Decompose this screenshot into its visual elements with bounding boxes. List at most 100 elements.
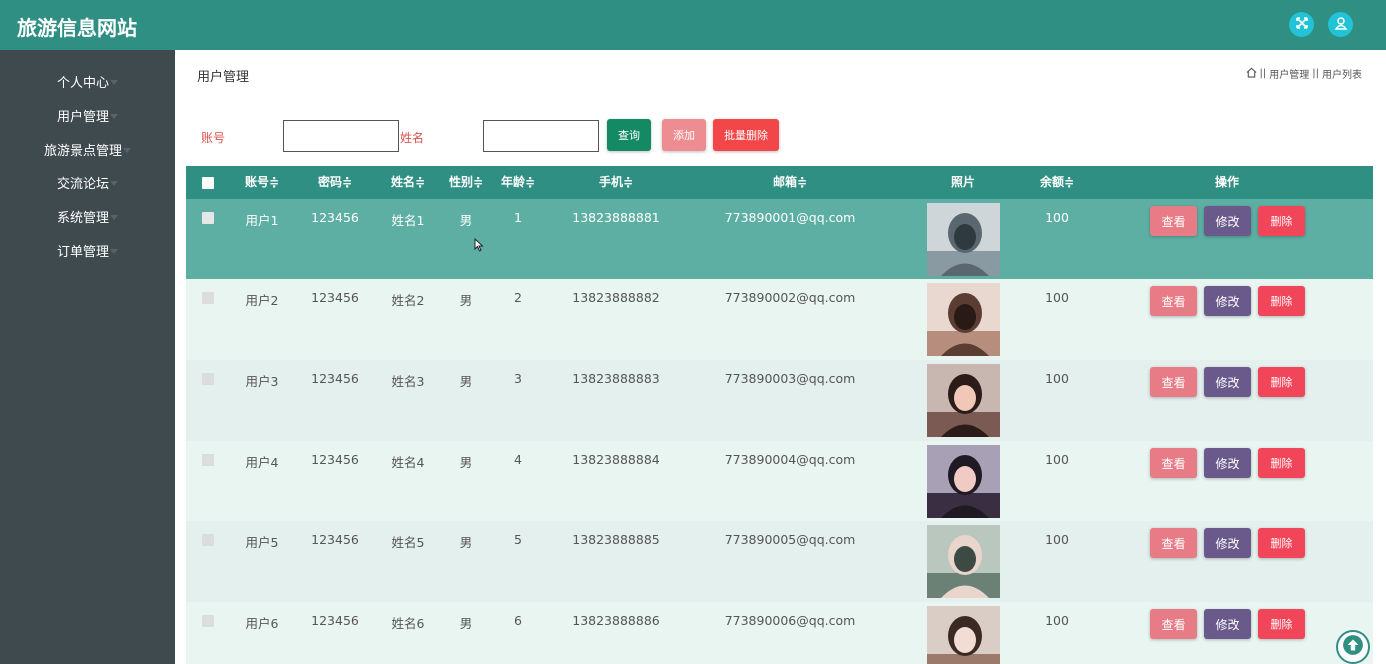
name-search-input[interactable] (483, 120, 599, 152)
col-header-phone[interactable]: 手机≑ (576, 166, 656, 199)
cell-account: 用户3 (245, 374, 279, 389)
edit-button[interactable]: 修改 (1204, 528, 1251, 558)
cell-gender: 男 (459, 535, 473, 550)
cell-email: 773890004@qq.com (724, 452, 856, 467)
sidebar-item-label: 旅游景点管理 (43, 143, 122, 159)
row-checkbox[interactable] (202, 373, 214, 385)
view-button[interactable]: 查看 (1150, 609, 1197, 639)
sidebar-item-personal-center[interactable]: 个人中心 (0, 66, 175, 96)
row-checkbox[interactable] (202, 212, 214, 224)
edit-button[interactable]: 修改 (1204, 286, 1251, 316)
user-photo[interactable] (927, 525, 1000, 598)
table-row: 用户1 123456 姓名1 男 1 13823888881 773890001@qq.co… (186, 199, 1373, 280)
user-button[interactable] (1328, 12, 1353, 37)
cell-password: 123456 (311, 210, 359, 225)
cell-email: 773890002@qq.com (724, 290, 856, 305)
sidebar-item-label: 系统管理 (56, 210, 109, 226)
account-search-input[interactable] (283, 120, 399, 152)
sidebar: 个人中心 用户管理 旅游景点管理 交流论坛 系统管理 订单管理 (0, 50, 175, 664)
view-button[interactable]: 查看 (1150, 448, 1197, 478)
cell-email: 773890005@qq.com (724, 532, 856, 547)
sidebar-item-system-management[interactable]: 系统管理 (0, 201, 175, 231)
user-photo[interactable] (927, 203, 1000, 276)
row-checkbox[interactable] (202, 292, 214, 304)
delete-button[interactable]: 删除 (1258, 448, 1305, 478)
sidebar-item-label: 订单管理 (56, 244, 109, 260)
sidebar-item-label: 交流论坛 (56, 176, 109, 192)
sidebar-item-order-management[interactable]: 订单管理 (0, 235, 175, 265)
cell-age: 2 (514, 290, 522, 305)
cell-balance: 100 (1045, 532, 1069, 547)
cell-name: 姓名3 (391, 374, 425, 389)
sidebar-item-label: 个人中心 (56, 75, 109, 91)
delete-button[interactable]: 删除 (1258, 286, 1305, 316)
caret-down-icon (110, 180, 118, 186)
fullscreen-icon (1295, 15, 1309, 34)
table-row: 用户5 123456 姓名5 男 5 13823888885 773890005@qq.co… (186, 521, 1373, 602)
edit-button[interactable]: 修改 (1204, 367, 1251, 397)
sidebar-item-scenic-spot-management[interactable]: 旅游景点管理 (0, 134, 175, 164)
view-button[interactable]: 查看 (1150, 206, 1197, 236)
cell-name: 姓名1 (391, 213, 425, 228)
breadcrumb-item-user-management[interactable]: 用户管理 (1269, 66, 1309, 81)
caret-down-icon (123, 147, 131, 153)
col-header-password[interactable]: 密码≑ (310, 166, 360, 199)
back-to-top-button[interactable] (1336, 630, 1370, 664)
row-checkbox[interactable] (202, 534, 214, 546)
mouse-cursor-icon (474, 238, 484, 252)
user-icon (1334, 15, 1348, 34)
cell-password: 123456 (311, 452, 359, 467)
caret-down-icon (110, 214, 118, 220)
table-row: 用户4 123456 姓名4 男 4 13823888884 773890004@qq.co… (186, 441, 1373, 522)
row-checkbox[interactable] (202, 454, 214, 466)
sidebar-item-user-management[interactable]: 用户管理 (0, 100, 175, 130)
fullscreen-button[interactable] (1289, 12, 1314, 37)
cell-account: 用户4 (245, 455, 279, 470)
query-button[interactable]: 查询 (607, 119, 651, 151)
breadcrumb-item-user-list[interactable]: 用户列表 (1322, 66, 1362, 81)
breadcrumb: || 用户管理 || 用户列表 (1246, 66, 1362, 81)
col-header-age[interactable]: 年龄≑ (493, 166, 543, 199)
row-checkbox[interactable] (202, 615, 214, 627)
cell-balance: 100 (1045, 613, 1069, 628)
cell-password: 123456 (311, 290, 359, 305)
view-button[interactable]: 查看 (1150, 286, 1197, 316)
col-header-account[interactable]: 账号≑ (237, 166, 287, 199)
table-row: 用户2 123456 姓名2 男 2 13823888882 773890002@qq.co… (186, 279, 1373, 360)
view-button[interactable]: 查看 (1150, 367, 1197, 397)
delete-button[interactable]: 删除 (1258, 609, 1305, 639)
add-button[interactable]: 添加 (662, 119, 706, 151)
cell-account: 用户1 (245, 213, 279, 228)
user-photo[interactable] (927, 283, 1000, 356)
cell-account: 用户2 (245, 293, 279, 308)
cell-name: 姓名2 (391, 293, 425, 308)
cell-balance: 100 (1045, 452, 1069, 467)
delete-button[interactable]: 删除 (1258, 206, 1305, 236)
table-row: 用户6 123456 姓名6 男 6 13823888886 773890006@qq.co… (186, 602, 1373, 664)
edit-button[interactable]: 修改 (1204, 206, 1251, 236)
batch-delete-button[interactable]: 批量删除 (713, 119, 779, 151)
delete-button[interactable]: 删除 (1258, 367, 1305, 397)
cell-phone: 13823888882 (572, 290, 660, 305)
cell-balance: 100 (1045, 371, 1069, 386)
site-title: 旅游信息网站 (17, 16, 137, 40)
user-photo[interactable] (927, 606, 1000, 664)
edit-button[interactable]: 修改 (1204, 609, 1251, 639)
cell-age: 6 (514, 613, 522, 628)
col-header-balance[interactable]: 余额≑ (1032, 166, 1082, 199)
col-header-name[interactable]: 姓名≑ (383, 166, 433, 199)
col-header-email[interactable]: 邮箱≑ (740, 166, 840, 199)
caret-down-icon (110, 113, 118, 119)
select-all-checkbox[interactable] (202, 177, 214, 189)
caret-down-icon (110, 79, 118, 85)
cell-password: 123456 (311, 371, 359, 386)
view-button[interactable]: 查看 (1150, 528, 1197, 558)
edit-button[interactable]: 修改 (1204, 448, 1251, 478)
top-bar: 旅游信息网站 (0, 0, 1386, 50)
delete-button[interactable]: 删除 (1258, 528, 1305, 558)
col-header-photo: 照片 (950, 175, 975, 189)
user-photo[interactable] (927, 364, 1000, 437)
user-photo[interactable] (927, 445, 1000, 518)
col-header-gender[interactable]: 性别≑ (441, 166, 491, 199)
sidebar-item-forum[interactable]: 交流论坛 (0, 167, 175, 197)
